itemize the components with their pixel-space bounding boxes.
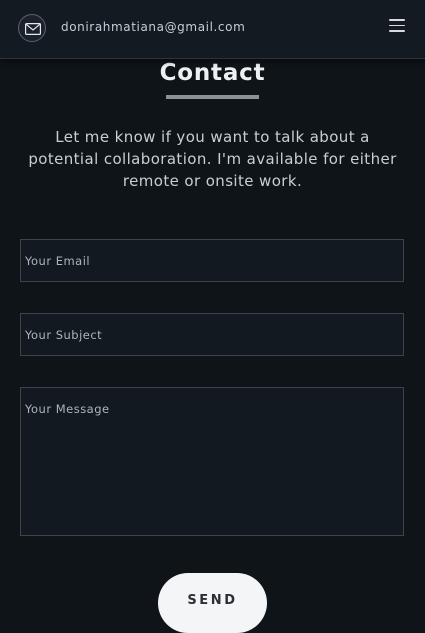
header-email[interactable]: donirahmatiana@gmail.com <box>61 20 245 34</box>
contact-intro-text: Let me know if you want to talk about a … <box>28 128 397 190</box>
envelope-icon[interactable] <box>18 14 46 42</box>
title-underline <box>166 95 259 99</box>
hamburger-menu-icon[interactable] <box>389 19 405 35</box>
email-field-container <box>20 239 404 282</box>
message-field[interactable] <box>21 388 403 535</box>
subject-field-container <box>20 313 404 356</box>
message-field-container <box>20 387 404 536</box>
send-button[interactable]: SEND <box>158 573 267 633</box>
email-field[interactable] <box>21 240 403 281</box>
top-bar: donirahmatiana@gmail.com <box>0 0 425 59</box>
page-title: Contact <box>159 60 266 86</box>
subject-field[interactable] <box>21 314 403 355</box>
